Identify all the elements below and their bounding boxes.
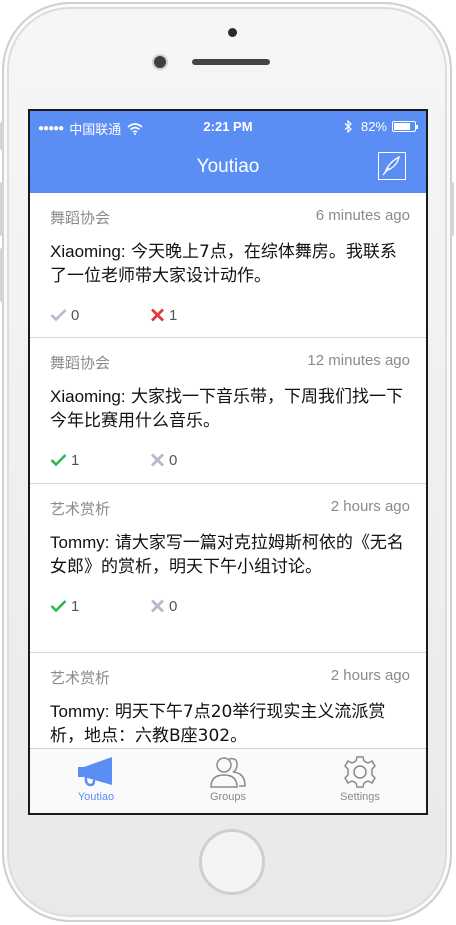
message-text: Tommy: 请大家写一篇对克拉姆斯柯依的《无名女郎》的赏析，明天下午小组讨论。 [50,531,410,579]
upvote-count: 1 [71,597,80,615]
downvote-count: 1 [169,306,178,324]
cross-icon [151,599,164,613]
app-title: Youtiao [196,156,260,177]
check-icon [50,600,67,613]
message-text: Xiaoming: 大家找一下音乐带，下周我们找一下今年比赛用什么音乐。 [50,385,410,433]
timestamp: 6 minutes ago [315,207,410,224]
tab-label: Groups [209,791,247,803]
downvote-count: 0 [169,597,178,615]
group-name[interactable]: 舞蹈协会 [50,207,110,228]
downvote-button[interactable]: 1 [150,303,250,327]
sensor-dot [228,28,237,37]
downvote-button[interactable]: 0 [150,594,250,618]
group-name[interactable]: 艺术赏析 [50,498,110,519]
message-text: Xiaoming: 今天晚上7点，在综体舞房。我联系了一位老师带大家设计动作。 [50,240,410,288]
timestamp: 2 hours ago [330,498,410,515]
tab-settings[interactable]: Settings [294,749,426,813]
compose-button[interactable] [378,152,406,180]
message-text: Tommy: 明天下午7点20举行现实主义流派赏析，地点：六教B座302。 [50,700,410,748]
volume-up-button [0,182,4,236]
message-card[interactable]: 舞蹈协会 12 minutes ago Xiaoming: 大家找一下音乐带，下… [30,338,426,484]
cross-icon [151,308,164,322]
author-name: Xiaoming: [50,242,126,261]
tab-label: Settings [340,791,380,803]
author-name: Tommy: [50,702,110,721]
check-icon [50,454,67,467]
message-card[interactable]: 艺术赏析 2 hours ago Tommy: 请大家写一篇对克拉姆斯柯依的《无… [30,484,426,653]
volume-down-button [0,248,4,302]
author-name: Tommy: [50,533,110,552]
battery-icon [392,121,418,132]
cross-icon [151,453,164,467]
timestamp: 2 hours ago [330,667,410,684]
upvote-button[interactable]: 1 [50,448,150,472]
message-card[interactable]: 舞蹈协会 6 minutes ago Xiaoming: 今天晚上7点，在综体舞… [30,193,426,338]
status-bar: ●●●●● 中国联通 2:21 PM 82% [30,111,426,143]
author-name: Xiaoming: [50,387,126,406]
battery-percent: 82% [360,119,387,134]
bluetooth-icon [344,120,352,133]
tab-groups[interactable]: Groups [162,749,294,813]
nav-bar: Youtiao [30,143,426,193]
earpiece-speaker [192,59,270,65]
tab-label: Youtiao [77,791,115,803]
groups-icon [210,757,246,788]
front-camera [152,54,168,70]
home-button[interactable] [199,829,265,895]
mute-switch [0,122,4,150]
group-name[interactable]: 艺术赏析 [50,667,110,688]
upvote-button[interactable]: 1 [50,594,150,618]
message-feed[interactable]: 舞蹈协会 6 minutes ago Xiaoming: 今天晚上7点，在综体舞… [30,193,426,751]
tab-bar: Youtiao Groups Settings [30,748,426,813]
upvote-count: 0 [71,306,80,324]
timestamp: 12 minutes ago [307,352,410,369]
compose-icon [382,155,400,176]
app-screen: ●●●●● 中国联通 2:21 PM 82% Youtiao 舞蹈协会 6 mi… [28,109,428,815]
downvote-button[interactable]: 0 [150,448,250,472]
power-button [450,182,454,236]
upvote-button[interactable]: 0 [50,303,150,327]
megaphone-icon [78,757,112,787]
upvote-count: 1 [71,451,80,469]
check-icon [50,309,67,322]
gear-icon [344,756,376,788]
tab-youtiao[interactable]: Youtiao [30,749,162,813]
downvote-count: 0 [169,451,178,469]
group-name[interactable]: 舞蹈协会 [50,352,110,373]
message-card[interactable]: 艺术赏析 2 hours ago Tommy: 明天下午7点20举行现实主义流派… [30,653,426,751]
